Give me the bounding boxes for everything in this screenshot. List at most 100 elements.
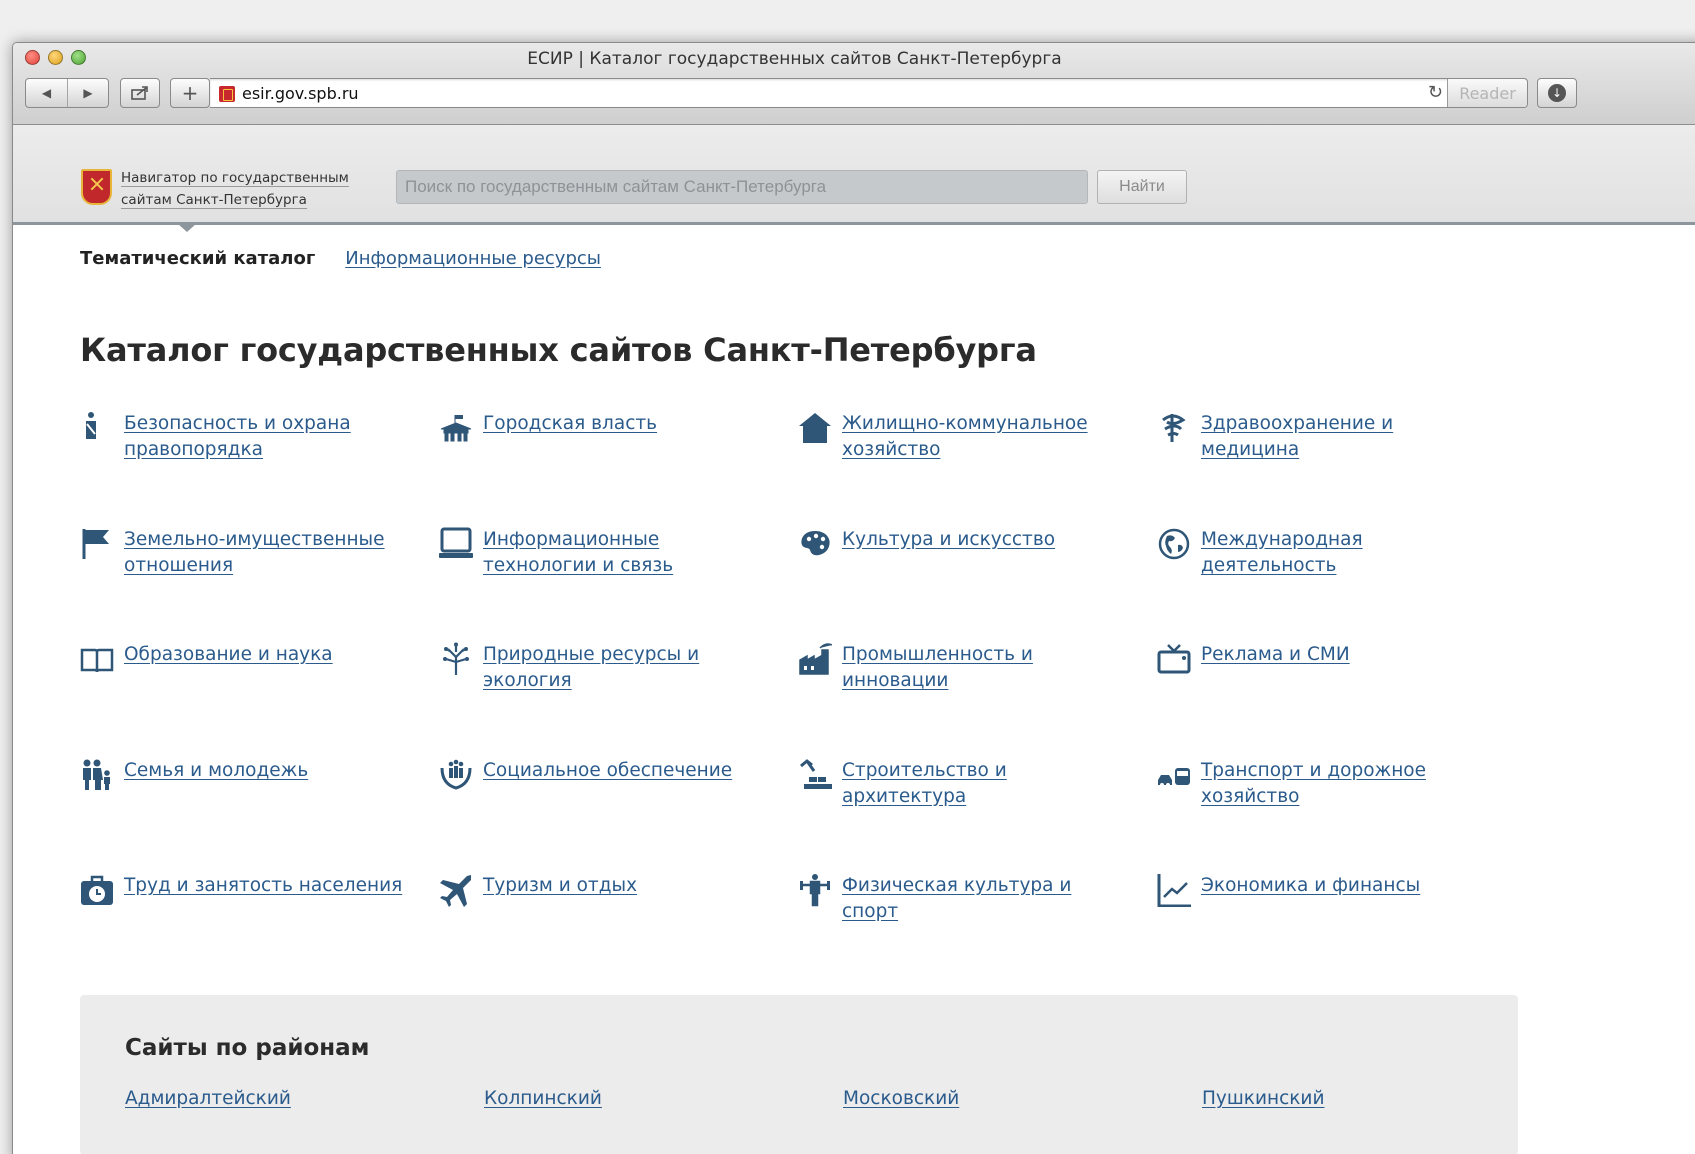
- reload-icon[interactable]: ↻: [1428, 82, 1443, 103]
- globe-icon: [1157, 527, 1191, 561]
- browser-chrome: ЕСИР | Каталог государственных сайтов Са…: [13, 43, 1695, 125]
- category-item[interactable]: Семья и молодежь: [80, 758, 439, 874]
- tv-icon: [1157, 642, 1191, 676]
- category-item[interactable]: Информационные технологии и связь: [439, 527, 798, 643]
- share-button[interactable]: [120, 78, 160, 108]
- category-item[interactable]: Природные ресурсы и экология: [439, 642, 798, 758]
- caduceus-icon: [1157, 411, 1191, 445]
- category-grid: Безопасность и охрана правопорядка Город…: [80, 411, 1520, 989]
- family-icon: [80, 758, 114, 792]
- download-icon: ↓: [1548, 84, 1566, 102]
- category-label: Безопасность и охрана правопорядка: [124, 413, 351, 460]
- category-label: Международная деятельность: [1201, 528, 1363, 576]
- airplane-icon: [439, 873, 473, 907]
- category-label: Реклама и СМИ: [1201, 644, 1350, 665]
- district-link[interactable]: Адмиралтейский: [125, 1088, 484, 1109]
- chart-line-icon: [1157, 873, 1191, 907]
- districts-title: Сайты по районам: [125, 1035, 370, 1061]
- browser-toolbar: ◀ ▶ + esir.gov.spb.ru ↻ Reader ↓: [25, 78, 1695, 112]
- police-icon: [80, 411, 114, 445]
- district-link[interactable]: Московский: [843, 1088, 1202, 1109]
- browser-window: ЕСИР | Каталог государственных сайтов Са…: [12, 42, 1695, 1154]
- category-label: Культура и искусство: [842, 528, 1056, 550]
- back-button[interactable]: ◀: [26, 79, 67, 107]
- catalog-tabs: Тематический каталог Информационные ресу…: [80, 248, 601, 269]
- category-label: Экономика и финансы: [1201, 875, 1421, 896]
- tab-thematic-catalog[interactable]: Тематический каталог: [80, 248, 315, 269]
- search-input[interactable]: [396, 170, 1088, 204]
- url-text[interactable]: esir.gov.spb.ru: [242, 84, 359, 103]
- district-link[interactable]: Пушкинский: [1202, 1088, 1561, 1109]
- category-item[interactable]: Международная деятельность: [1157, 527, 1516, 643]
- district-link[interactable]: Колпинский: [484, 1088, 843, 1109]
- back-arrow-icon: ◀: [41, 86, 52, 100]
- category-label: Промышленность и инновации: [842, 644, 1033, 691]
- portal-link-line2: сайтам Санкт-Петербурга: [121, 192, 307, 209]
- districts-list: Адмиралтейский Колпинский Московский Пуш…: [125, 1088, 1505, 1109]
- category-label: Социальное обеспечение: [483, 759, 733, 781]
- category-label: Образование и наука: [124, 644, 333, 665]
- category-item[interactable]: Социальное обеспечение: [439, 758, 798, 874]
- category-label: Жилищно-коммунальное хозяйство: [842, 413, 1088, 460]
- category-item[interactable]: Реклама и СМИ: [1157, 642, 1516, 758]
- palette-icon: [798, 527, 832, 561]
- category-item[interactable]: Труд и занятость населения: [80, 873, 439, 989]
- category-label: Городская власть: [483, 413, 658, 434]
- category-label: Туризм и отдых: [483, 875, 638, 896]
- category-item[interactable]: Жилищно-коммунальное хозяйство: [798, 411, 1157, 527]
- category-item[interactable]: Городская власть: [439, 411, 798, 527]
- factory-icon: [798, 642, 832, 676]
- reader-button[interactable]: Reader: [1447, 79, 1527, 107]
- address-bar[interactable]: esir.gov.spb.ru ↻ Reader: [210, 78, 1528, 108]
- category-item[interactable]: Безопасность и охрана правопорядка: [80, 411, 439, 527]
- category-item[interactable]: Земельно-имущественные отношения: [80, 527, 439, 643]
- forward-arrow-icon: ▶: [83, 86, 93, 100]
- coat-of-arms-icon[interactable]: [81, 169, 112, 205]
- category-item[interactable]: Здравоохранение и медицина: [1157, 411, 1516, 527]
- category-item[interactable]: Промышленность и инновации: [798, 642, 1157, 758]
- category-label: Транспорт и дорожное хозяйство: [1201, 759, 1426, 807]
- category-label: Физическая культура и спорт: [842, 875, 1072, 922]
- laptop-icon: [439, 527, 473, 561]
- category-item[interactable]: Строительство и архитектура: [798, 758, 1157, 874]
- category-label: Земельно-имущественные отношения: [124, 528, 385, 576]
- page-title: Каталог государственных сайтов Санкт-Пет…: [80, 331, 1037, 369]
- category-item[interactable]: Образование и наука: [80, 642, 439, 758]
- hands-people-icon: [439, 758, 473, 792]
- search-button[interactable]: Найти: [1097, 170, 1187, 204]
- site-header: Навигатор по государственным сайтам Санк…: [13, 125, 1695, 232]
- portal-link-line1: Навигатор по государственным: [121, 170, 349, 187]
- category-item[interactable]: Физическая культура и спорт: [798, 873, 1157, 989]
- category-label: Здравоохранение и медицина: [1201, 413, 1394, 460]
- category-item[interactable]: Туризм и отдых: [439, 873, 798, 989]
- category-label: Труд и занятость населения: [124, 875, 403, 896]
- site-favicon-icon: [219, 86, 235, 102]
- window-title: ЕСИР | Каталог государственных сайтов Са…: [527, 49, 1062, 69]
- car-bus-icon: [1157, 758, 1191, 792]
- category-item[interactable]: Экономика и финансы: [1157, 873, 1516, 989]
- book-icon: [80, 642, 114, 676]
- share-icon: [131, 86, 148, 100]
- tab-information-resources[interactable]: Информационные ресурсы: [345, 248, 601, 269]
- tree-icon: [439, 642, 473, 676]
- government-building-icon: [439, 411, 473, 445]
- construction-icon: [798, 758, 832, 792]
- districts-panel: Сайты по районам Адмиралтейский Колпинск…: [80, 995, 1518, 1154]
- category-label: Строительство и архитектура: [842, 759, 1007, 807]
- category-label: Природные ресурсы и экология: [483, 644, 700, 691]
- forward-button[interactable]: ▶: [67, 79, 108, 107]
- back-forward-group: ◀ ▶: [25, 78, 109, 108]
- plus-icon: +: [181, 81, 199, 105]
- category-label: Семья и молодежь: [124, 759, 309, 781]
- weightlifter-icon: [798, 873, 832, 907]
- category-item[interactable]: Транспорт и дорожное хозяйство: [1157, 758, 1516, 874]
- active-tab-caret: [177, 223, 197, 232]
- new-tab-button[interactable]: +: [170, 78, 210, 108]
- house-icon: [798, 411, 832, 445]
- category-item[interactable]: Культура и искусство: [798, 527, 1157, 643]
- downloads-button[interactable]: ↓: [1537, 78, 1577, 108]
- portal-home-link[interactable]: Навигатор по государственным сайтам Санк…: [121, 167, 361, 211]
- category-label: Информационные технологии и связь: [483, 528, 674, 576]
- flag-icon: [80, 527, 114, 561]
- briefcase-clock-icon: [80, 873, 114, 907]
